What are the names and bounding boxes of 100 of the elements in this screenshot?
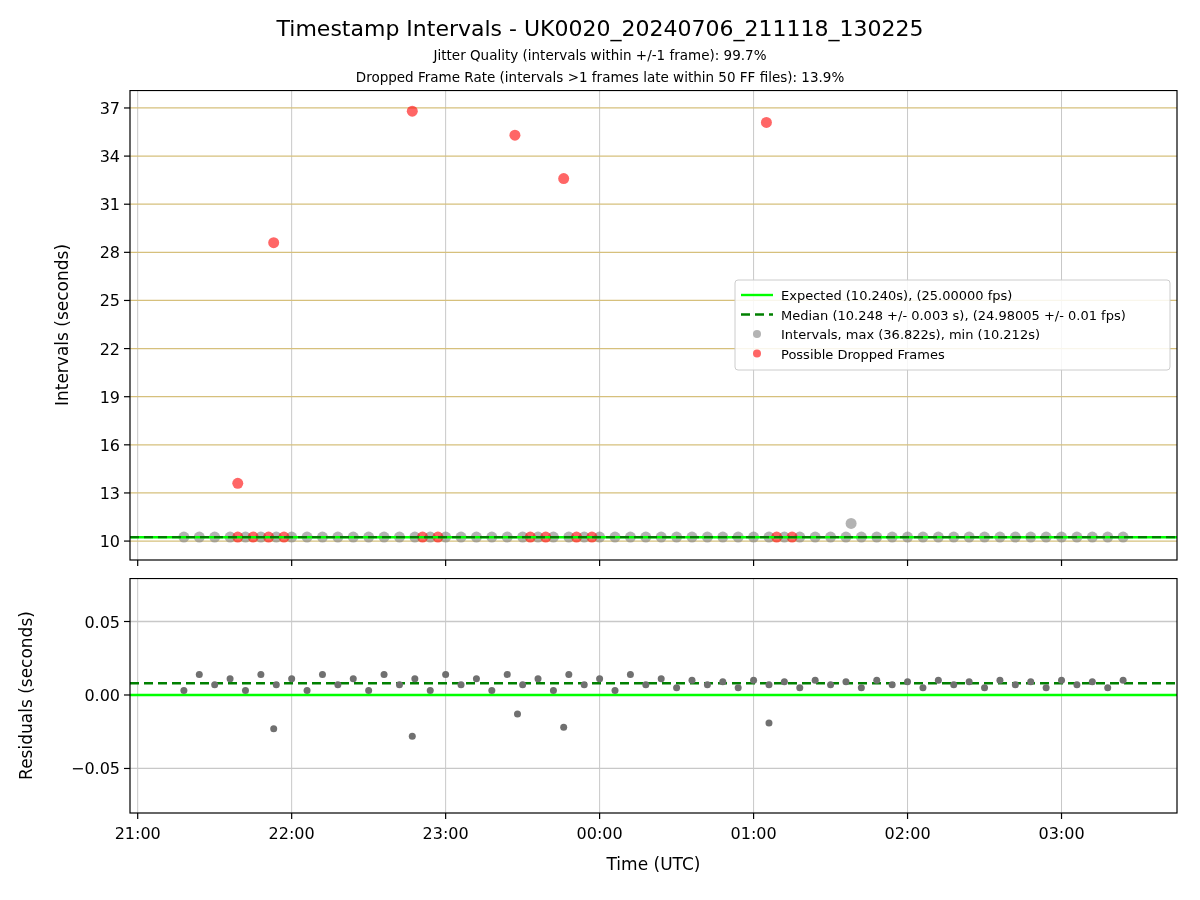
data-point [380, 670, 388, 678]
data-point [842, 678, 850, 686]
data-point [242, 687, 249, 695]
data-point [332, 531, 344, 543]
data-point [417, 531, 429, 543]
data-point [904, 678, 912, 686]
data-point [763, 531, 775, 543]
data-point [1086, 531, 1098, 543]
y-tick-label: 31 [99, 195, 120, 215]
data-point [624, 531, 636, 543]
data-point [472, 675, 480, 683]
data-point [611, 687, 619, 695]
data-point [655, 531, 667, 543]
data-point [671, 531, 683, 543]
data-point [488, 687, 496, 695]
data-point [934, 676, 942, 684]
data-point [426, 687, 434, 695]
data-point [917, 531, 929, 543]
data-point [524, 531, 536, 543]
data-point [1073, 681, 1081, 689]
data-point [255, 531, 267, 543]
data-point [378, 531, 390, 543]
data-point [195, 670, 203, 678]
data-point [178, 531, 190, 543]
data-point [734, 684, 742, 692]
data-point [455, 531, 467, 543]
y-tick-label: 10 [99, 532, 120, 552]
data-point [796, 684, 804, 692]
data-point [209, 531, 221, 543]
data-point [594, 531, 606, 543]
legend-dot-swatch [753, 330, 761, 338]
data-point [211, 681, 219, 689]
data-point [540, 531, 552, 543]
legend-label: Possible Dropped Frames [781, 346, 945, 362]
data-point [278, 531, 290, 543]
data-point [303, 687, 311, 695]
data-point [560, 723, 568, 731]
legend-label: Median (10.248 +/- 0.003 s), (24.98005 +/- 0.01 fps) [781, 307, 1126, 323]
data-point [432, 531, 444, 543]
data-point [963, 531, 975, 543]
data-point [1102, 531, 1114, 543]
data-point [979, 531, 991, 543]
data-point [873, 676, 881, 684]
data-point [288, 675, 296, 683]
data-point [1027, 678, 1035, 686]
data-point [409, 531, 421, 543]
data-point [268, 237, 280, 249]
data-point [442, 670, 450, 678]
data-point [827, 681, 835, 689]
data-point [1025, 531, 1037, 543]
data-point [257, 670, 265, 678]
data-point [232, 477, 244, 489]
y-tick-label: 37 [99, 98, 120, 118]
data-point [247, 531, 259, 543]
x-tick-label: 00:00 [576, 824, 623, 843]
data-point [1011, 681, 1019, 689]
data-point [732, 531, 744, 543]
data-point [932, 531, 944, 543]
data-point [334, 681, 342, 689]
data-point [586, 531, 598, 543]
chart-subtitle: Jitter Quality (intervals within +/-1 frame): 99.7% [433, 46, 767, 65]
x-tick-label: 23:00 [422, 824, 469, 843]
data-point [965, 678, 973, 686]
data-point [780, 678, 788, 686]
data-point [180, 687, 188, 695]
data-point [580, 681, 588, 689]
data-point [193, 531, 205, 543]
data-point [347, 531, 359, 543]
data-point [981, 684, 989, 692]
data-point [1119, 676, 1127, 684]
data-point [509, 129, 521, 141]
data-point [316, 531, 328, 543]
x-tick-label: 21:00 [114, 824, 161, 843]
data-point [503, 670, 511, 678]
x-tick-label: 22:00 [268, 824, 315, 843]
data-point [517, 531, 529, 543]
data-point [701, 531, 713, 543]
data-point [845, 517, 857, 529]
y-tick-label: 34 [99, 147, 120, 167]
data-point [1071, 531, 1083, 543]
data-point [748, 531, 760, 543]
data-point [626, 670, 634, 678]
data-point [270, 725, 278, 733]
data-point [657, 675, 665, 683]
data-point [424, 531, 436, 543]
data-point [902, 531, 914, 543]
legend-label: Intervals, max (36.822s), min (10.212s) [781, 327, 1040, 342]
data-point [765, 681, 773, 689]
data-point [565, 670, 573, 678]
data-point [857, 684, 865, 692]
data-point [642, 681, 650, 689]
y-tick-label: 0.00 [84, 686, 120, 705]
data-point [232, 531, 244, 543]
x-tick-label: 03:00 [1038, 824, 1085, 843]
data-point [855, 531, 867, 543]
data-point [363, 531, 375, 543]
data-point [411, 675, 419, 683]
data-point [948, 531, 960, 543]
legend-line-swatch [741, 313, 773, 316]
x-tick-label: 02:00 [884, 824, 931, 843]
